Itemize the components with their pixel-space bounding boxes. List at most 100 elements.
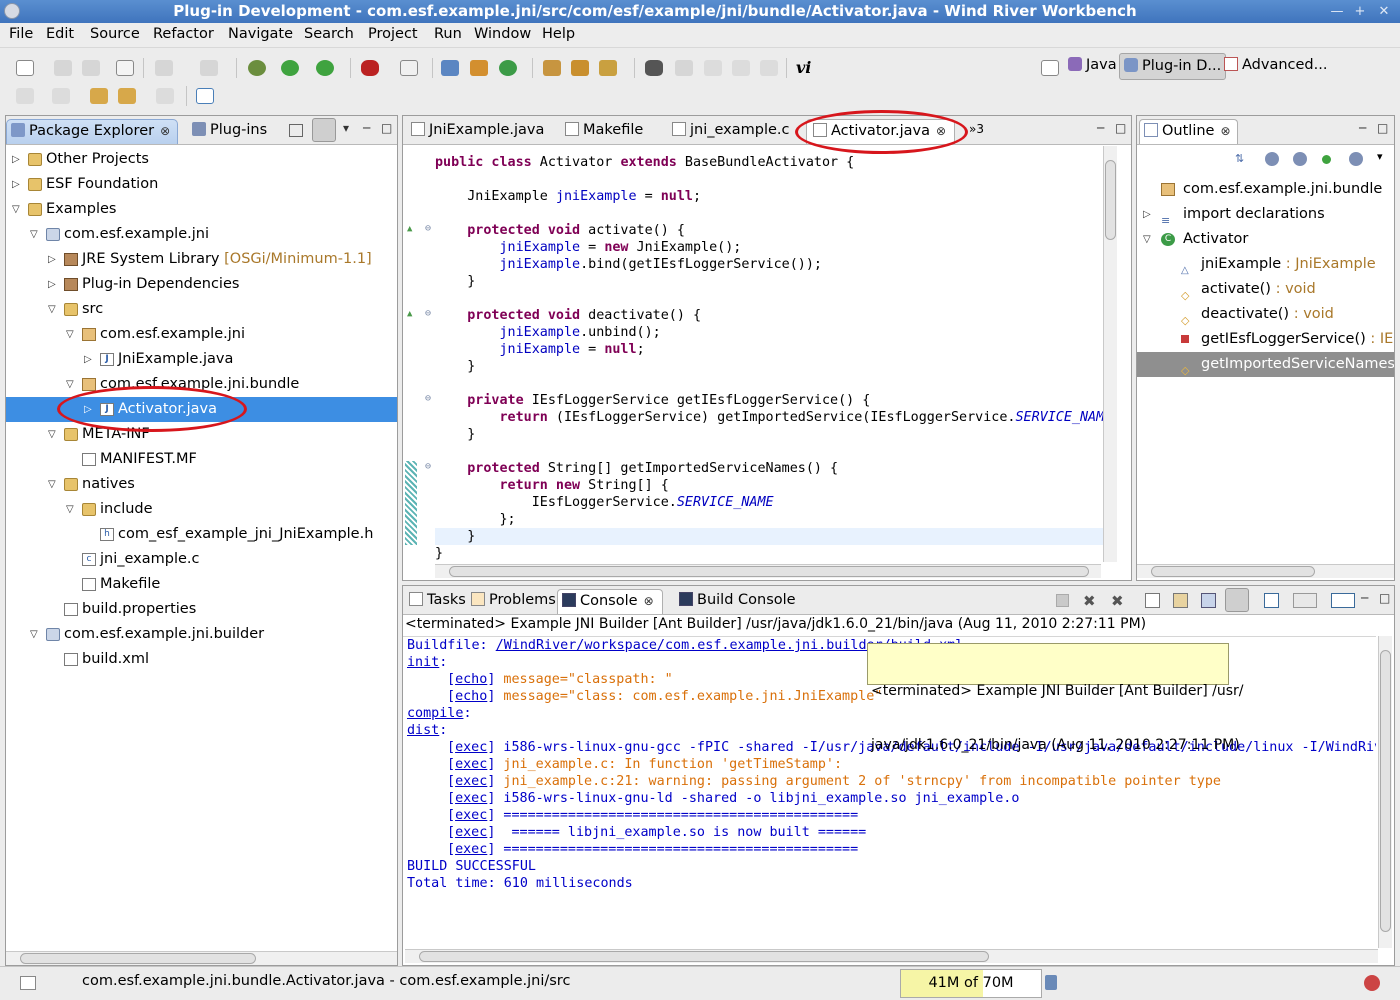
code-editor[interactable]: ▲ ▲ ⊖ ⊖ ⊖ ⊖ public class Activator exten… [403, 146, 1103, 564]
save-icon[interactable] [54, 60, 72, 76]
maximize-icon[interactable]: □ [381, 121, 392, 135]
collapse-icon[interactable]: ▽ [1143, 235, 1153, 245]
new-class-icon[interactable] [499, 60, 517, 76]
tree-item[interactable]: ▽ com.esf.example.jni.builder [6, 622, 397, 647]
console-vertical-scrollbar[interactable] [1378, 636, 1392, 948]
bug-icon[interactable] [361, 60, 379, 76]
vi-icon[interactable]: vi [796, 58, 811, 77]
clear-console-icon[interactable] [1145, 593, 1160, 608]
collapse-all-icon[interactable] [289, 124, 303, 137]
tab-package-explorer[interactable]: Package Explorer ⊗ [6, 119, 178, 144]
tree-item[interactable]: ▷ ESF Foundation [6, 172, 397, 197]
tab-overflow[interactable]: »3 [969, 119, 984, 144]
run-external-icon[interactable] [316, 60, 334, 76]
maximize-icon[interactable]: □ [1379, 591, 1390, 605]
tree-item[interactable]: ▽ natives [6, 472, 397, 497]
menu-file[interactable]: File [9, 26, 33, 42]
open-perspective-icon[interactable] [1041, 60, 1059, 76]
perspective-advanced[interactable]: Advanced... [1220, 53, 1331, 80]
scrollbar-thumb[interactable] [1105, 160, 1116, 240]
tree-item[interactable]: c jni_example.c [6, 547, 397, 572]
tree-item[interactable]: MANIFEST.MF [6, 447, 397, 472]
close-tab-icon[interactable]: ⊗ [644, 594, 654, 608]
collapse-icon[interactable]: ▽ [66, 505, 76, 515]
new-package-icon[interactable] [470, 60, 488, 76]
print-icon[interactable] [82, 60, 100, 76]
new-console-icon[interactable] [1331, 593, 1355, 608]
toggle-icon[interactable] [155, 60, 173, 76]
fold-icon[interactable]: ⊖ [425, 393, 431, 404]
sort-icon[interactable]: ⇅ [1235, 152, 1249, 166]
tab-tasks[interactable]: Tasks [407, 589, 466, 614]
outline-item[interactable]: ▷ ≡ import declarations [1137, 202, 1394, 227]
outline-item[interactable]: ▽ C Activator [1137, 227, 1394, 252]
tree-item[interactable]: build.xml [6, 647, 397, 672]
fold-icon[interactable]: ⊖ [425, 308, 431, 319]
open-task-icon[interactable] [571, 60, 589, 76]
maximize-icon[interactable]: □ [1115, 121, 1126, 135]
hide-static-icon[interactable] [1293, 152, 1307, 166]
expand-icon[interactable]: ▷ [48, 255, 58, 265]
display-selected-console-icon[interactable] [1264, 593, 1279, 608]
tree-item[interactable]: Makefile [6, 572, 397, 597]
disconnect-icon[interactable] [675, 60, 693, 76]
scrollbar-thumb[interactable] [1380, 650, 1391, 932]
open-console-icon[interactable] [1293, 593, 1317, 608]
tab-outline[interactable]: Outline ⊗ [1139, 119, 1238, 144]
progress-icon[interactable] [1364, 975, 1380, 991]
memory-monitor[interactable]: 41M of 70M [900, 969, 1042, 998]
new-java-project-icon[interactable] [441, 60, 459, 76]
tree-item[interactable]: ▽ com.esf.example.jni.bundle [6, 372, 397, 397]
suspend-icon[interactable] [760, 60, 778, 76]
tab-console[interactable]: Console ⊗ [557, 589, 663, 614]
close-window-button[interactable]: ✕ [1375, 3, 1393, 20]
expand-icon[interactable]: ▷ [1143, 210, 1153, 220]
view-menu-icon[interactable]: ▾ [343, 121, 349, 135]
perspective-java[interactable]: Java [1064, 53, 1121, 80]
pin-icon[interactable] [704, 60, 722, 76]
run-icon[interactable] [281, 60, 299, 76]
search-icon[interactable] [599, 60, 617, 76]
menu-search[interactable]: Search [304, 26, 354, 42]
tree-item[interactable]: h com_esf_example_jni_JniExample.h [6, 522, 397, 547]
menu-navigate[interactable]: Navigate [228, 26, 293, 42]
tree-item[interactable]: ▽ include [6, 497, 397, 522]
collapse-icon[interactable]: ▽ [66, 330, 76, 340]
pin-console-icon[interactable] [1225, 588, 1249, 612]
tree-item[interactable]: ▽ com.esf.example.jni [6, 222, 397, 247]
scroll-lock-icon[interactable] [1173, 593, 1188, 608]
menu-help[interactable]: Help [542, 26, 575, 42]
outline-item[interactable]: getIEsfLoggerService() : IEsf [1137, 327, 1394, 352]
new-icon[interactable] [16, 60, 34, 76]
collapse-icon[interactable]: ▽ [30, 230, 40, 240]
close-tab-icon[interactable]: ⊗ [1220, 124, 1230, 138]
minimize-icon[interactable]: ─ [1361, 591, 1368, 605]
close-tab-icon[interactable]: ⊗ [160, 124, 170, 138]
menu-project[interactable]: Project [368, 26, 418, 42]
minimize-icon[interactable]: ─ [1359, 121, 1366, 135]
last-edit-icon[interactable] [90, 88, 108, 104]
outline-item-selected[interactable]: ◇ getImportedServiceNames() [1137, 352, 1394, 377]
remove-all-icon[interactable]: ✖ [1111, 592, 1124, 610]
hide-nonpublic-icon[interactable] [1322, 155, 1331, 164]
tab-jniexample-java[interactable]: JniExample.java [407, 119, 544, 144]
next-annotation-icon[interactable] [16, 88, 34, 104]
stop-icon[interactable] [732, 60, 750, 76]
explorer-horizontal-scrollbar[interactable] [6, 951, 397, 965]
tree-item[interactable]: ▷ JRE System Library [OSGi/Minimum-1.1] [6, 247, 397, 272]
hide-fields-icon[interactable] [1265, 152, 1279, 166]
tree-item[interactable]: ▷ J JniExample.java [6, 347, 397, 372]
back-icon[interactable] [118, 88, 136, 104]
close-tab-icon[interactable]: ⊗ [936, 124, 946, 138]
build-icon[interactable] [200, 60, 218, 76]
expand-icon[interactable]: ▷ [84, 355, 94, 365]
expand-icon[interactable]: ▷ [84, 405, 94, 415]
menu-run[interactable]: Run [434, 26, 462, 42]
fold-icon[interactable]: ⊖ [425, 461, 431, 472]
collapse-icon[interactable]: ▽ [48, 480, 58, 490]
tab-jni-example-c[interactable]: jni_example.c [668, 119, 790, 144]
tree-item[interactable]: ▷ Plug-in Dependencies [6, 272, 397, 297]
debug-icon[interactable] [248, 60, 266, 76]
maximize-window-button[interactable]: + [1351, 3, 1369, 20]
profile-icon[interactable] [400, 60, 418, 76]
